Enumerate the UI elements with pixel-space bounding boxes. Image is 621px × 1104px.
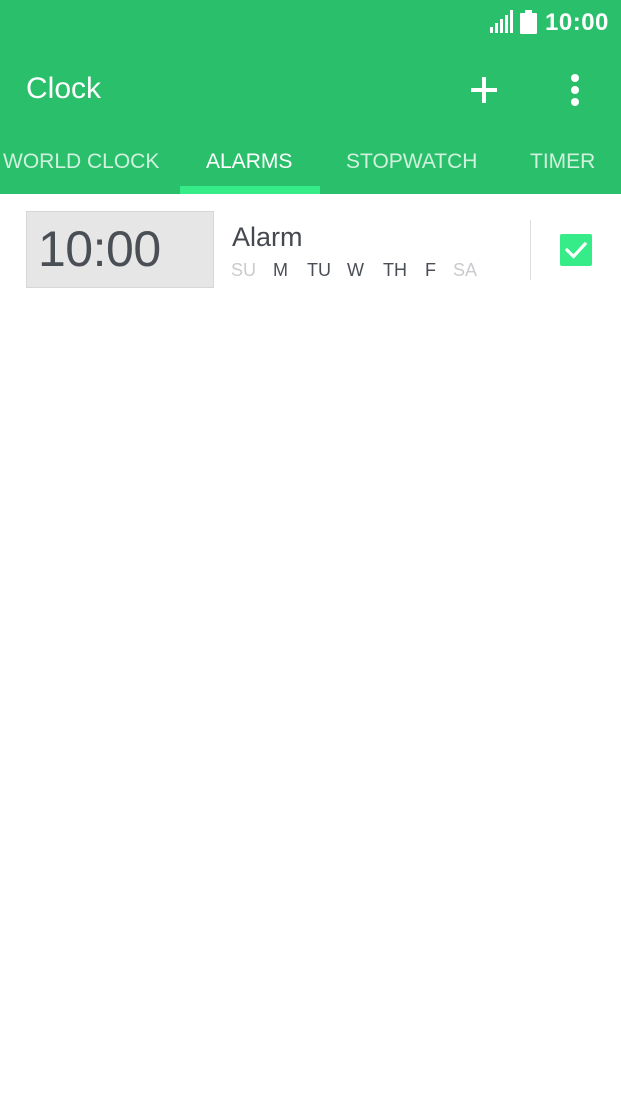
day-tuesday: TU <box>307 260 331 280</box>
alarm-label: Alarm <box>232 222 303 252</box>
alarm-time-box[interactable]: 10:00 <box>26 211 214 288</box>
tab-stopwatch[interactable]: STOPWATCH <box>346 150 477 194</box>
check-icon <box>564 241 588 259</box>
alarm-repeat-days: SU M TU W TH F SA <box>231 260 501 282</box>
alarm-enabled-checkbox[interactable] <box>560 234 592 266</box>
alarm-time: 10:00 <box>38 221 161 277</box>
status-time: 10:00 <box>545 9 609 36</box>
alarm-list-item[interactable]: 10:00 Alarm SU M TU W TH F SA <box>0 194 621 304</box>
battery-icon <box>520 10 537 34</box>
row-divider <box>530 220 531 280</box>
day-sunday: SU <box>231 260 257 280</box>
tab-timer[interactable]: TIMER <box>530 150 595 194</box>
status-bar: 10:00 <box>0 0 621 46</box>
app-bar: 10:00 Clock WORLD CLOCK ALARMS STOPWATCH… <box>0 0 621 194</box>
tab-world-clock[interactable]: WORLD CLOCK <box>3 150 159 194</box>
active-tab-indicator <box>180 186 320 194</box>
day-saturday: SA <box>453 260 478 280</box>
day-thursday: TH <box>383 260 407 280</box>
app-title: Clock <box>26 72 102 105</box>
day-wednesday: W <box>347 260 364 280</box>
signal-icon <box>490 10 513 33</box>
day-friday: F <box>425 260 436 280</box>
day-monday: M <box>273 260 288 280</box>
add-alarm-button[interactable] <box>464 70 504 110</box>
more-options-button[interactable] <box>555 68 595 112</box>
